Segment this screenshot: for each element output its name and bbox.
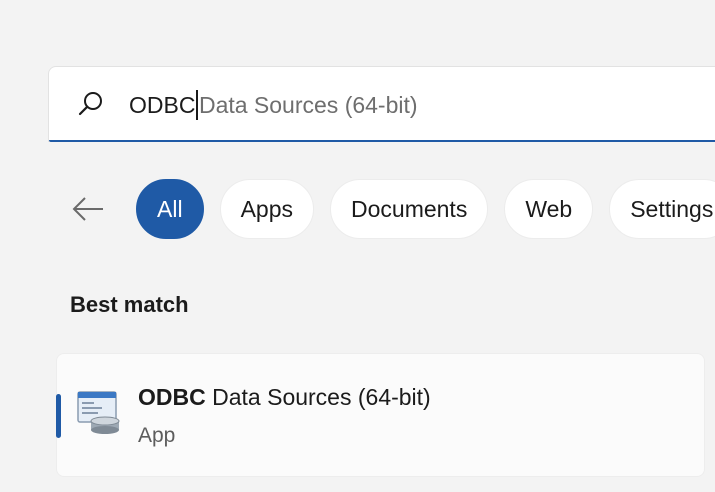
back-button[interactable]	[70, 191, 106, 227]
result-title-rest: Data Sources (64-bit)	[205, 384, 431, 410]
search-focus-underline	[49, 140, 715, 142]
filter-bar: All Apps Documents Web Settings	[70, 178, 715, 240]
best-match-result[interactable]: ODBC Data Sources (64-bit) App	[56, 353, 705, 477]
filter-chip-web[interactable]: Web	[504, 179, 594, 239]
arrow-left-icon	[72, 197, 103, 221]
search-input[interactable]: ODBC Data Sources (64-bit)	[129, 89, 418, 121]
selection-indicator	[56, 394, 61, 438]
result-title-match: ODBC	[138, 384, 206, 410]
filter-chip-all[interactable]: All	[136, 179, 204, 239]
filter-chip-settings[interactable]: Settings	[609, 179, 715, 239]
search-box[interactable]: ODBC Data Sources (64-bit)	[48, 66, 715, 142]
search-icon	[78, 92, 102, 116]
filter-chip-documents[interactable]: Documents	[330, 179, 489, 239]
best-match-heading: Best match	[70, 292, 189, 317]
result-type-label: App	[138, 424, 176, 447]
filter-chip-apps[interactable]: Apps	[219, 179, 314, 239]
text-caret	[196, 90, 198, 120]
search-autocomplete-suggestion: Data Sources (64-bit)	[198, 92, 418, 118]
search-typed-text: ODBC	[129, 92, 196, 118]
result-title: ODBC Data Sources (64-bit)	[138, 384, 431, 411]
odbc-datasource-icon	[77, 391, 120, 434]
